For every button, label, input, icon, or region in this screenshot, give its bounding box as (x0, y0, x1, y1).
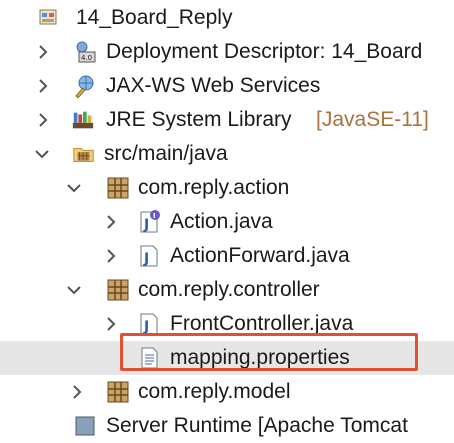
deployment-descriptor-icon: 4.0 (73, 40, 97, 64)
tree-row-pkg-action-label: com.reply.action (138, 176, 290, 199)
tree-row-src-label: src/main/java (104, 142, 228, 165)
chevron-right-icon[interactable] (102, 247, 120, 265)
project-explorer-tree: 14_Board_Reply 4.0 Deployment Descriptor… (0, 0, 454, 437)
chevron-down-icon[interactable] (33, 145, 51, 163)
tree-row-deployment-descriptor-label: Deployment Descriptor: 14_Board (106, 40, 423, 63)
tree-row-jaxws[interactable]: JAX-WS Web Services (0, 69, 454, 103)
package-icon (106, 176, 130, 200)
tree-row-partial[interactable]: Server Runtime [Apache Tomcat (0, 409, 454, 443)
tree-row-action-java-label: Action.java (170, 210, 273, 233)
package-icon (106, 278, 130, 302)
tree-row-jre[interactable]: JRE System Library [JavaSE-11] (0, 103, 454, 137)
tree-row-pkg-controller-label: com.reply.controller (138, 278, 320, 301)
tree-row-actionforward-java[interactable]: J ActionForward.java (0, 239, 454, 273)
svg-text:J: J (143, 251, 149, 267)
chevron-right-icon[interactable] (102, 315, 120, 333)
chevron-down-icon[interactable] (65, 281, 83, 299)
package-icon (106, 380, 130, 404)
tree-row-pkg-model-label: com.reply.model (138, 380, 291, 403)
tree-row-pkg-action[interactable]: com.reply.action (0, 171, 454, 205)
source-folder-icon (72, 142, 96, 166)
tree-row-action-java[interactable]: J I Action.java (0, 205, 454, 239)
tree-row-jre-label: JRE System Library (106, 108, 292, 131)
chevron-right-icon[interactable] (102, 213, 120, 231)
java-interface-file-icon: J I (138, 210, 162, 234)
tree-row-jaxws-label: JAX-WS Web Services (106, 74, 321, 97)
tree-row-deployment-descriptor[interactable]: 4.0 Deployment Descriptor: 14_Board (0, 35, 454, 69)
chevron-right-icon[interactable] (68, 383, 86, 401)
web-services-icon (73, 74, 97, 98)
tree-row-actionforward-java-label: ActionForward.java (170, 244, 350, 267)
web-project-icon (37, 6, 61, 30)
tree-row-pkg-controller[interactable]: com.reply.controller (0, 273, 454, 307)
chevron-down-icon[interactable] (65, 179, 83, 197)
library-icon (71, 108, 95, 132)
svg-text:I: I (153, 212, 156, 220)
tree-row-pkg-model[interactable]: com.reply.model (0, 375, 454, 409)
tree-row-partial-label: Server Runtime [Apache Tomcat (106, 414, 408, 437)
chevron-right-icon[interactable] (34, 43, 52, 61)
svg-text:J: J (143, 217, 149, 233)
svg-text:4.0: 4.0 (81, 54, 92, 62)
chevron-right-icon[interactable] (34, 77, 52, 95)
java-file-icon: J (138, 244, 162, 268)
chevron-right-icon[interactable] (34, 111, 52, 129)
tree-row-src[interactable]: src/main/java (0, 137, 454, 171)
tree-row-jre-decoration: [JavaSE-11] (316, 108, 429, 131)
highlight-annotation-box (120, 333, 418, 371)
tree-row-project[interactable]: 14_Board_Reply (0, 1, 454, 35)
tree-row-project-label: 14_Board_Reply (76, 6, 233, 29)
